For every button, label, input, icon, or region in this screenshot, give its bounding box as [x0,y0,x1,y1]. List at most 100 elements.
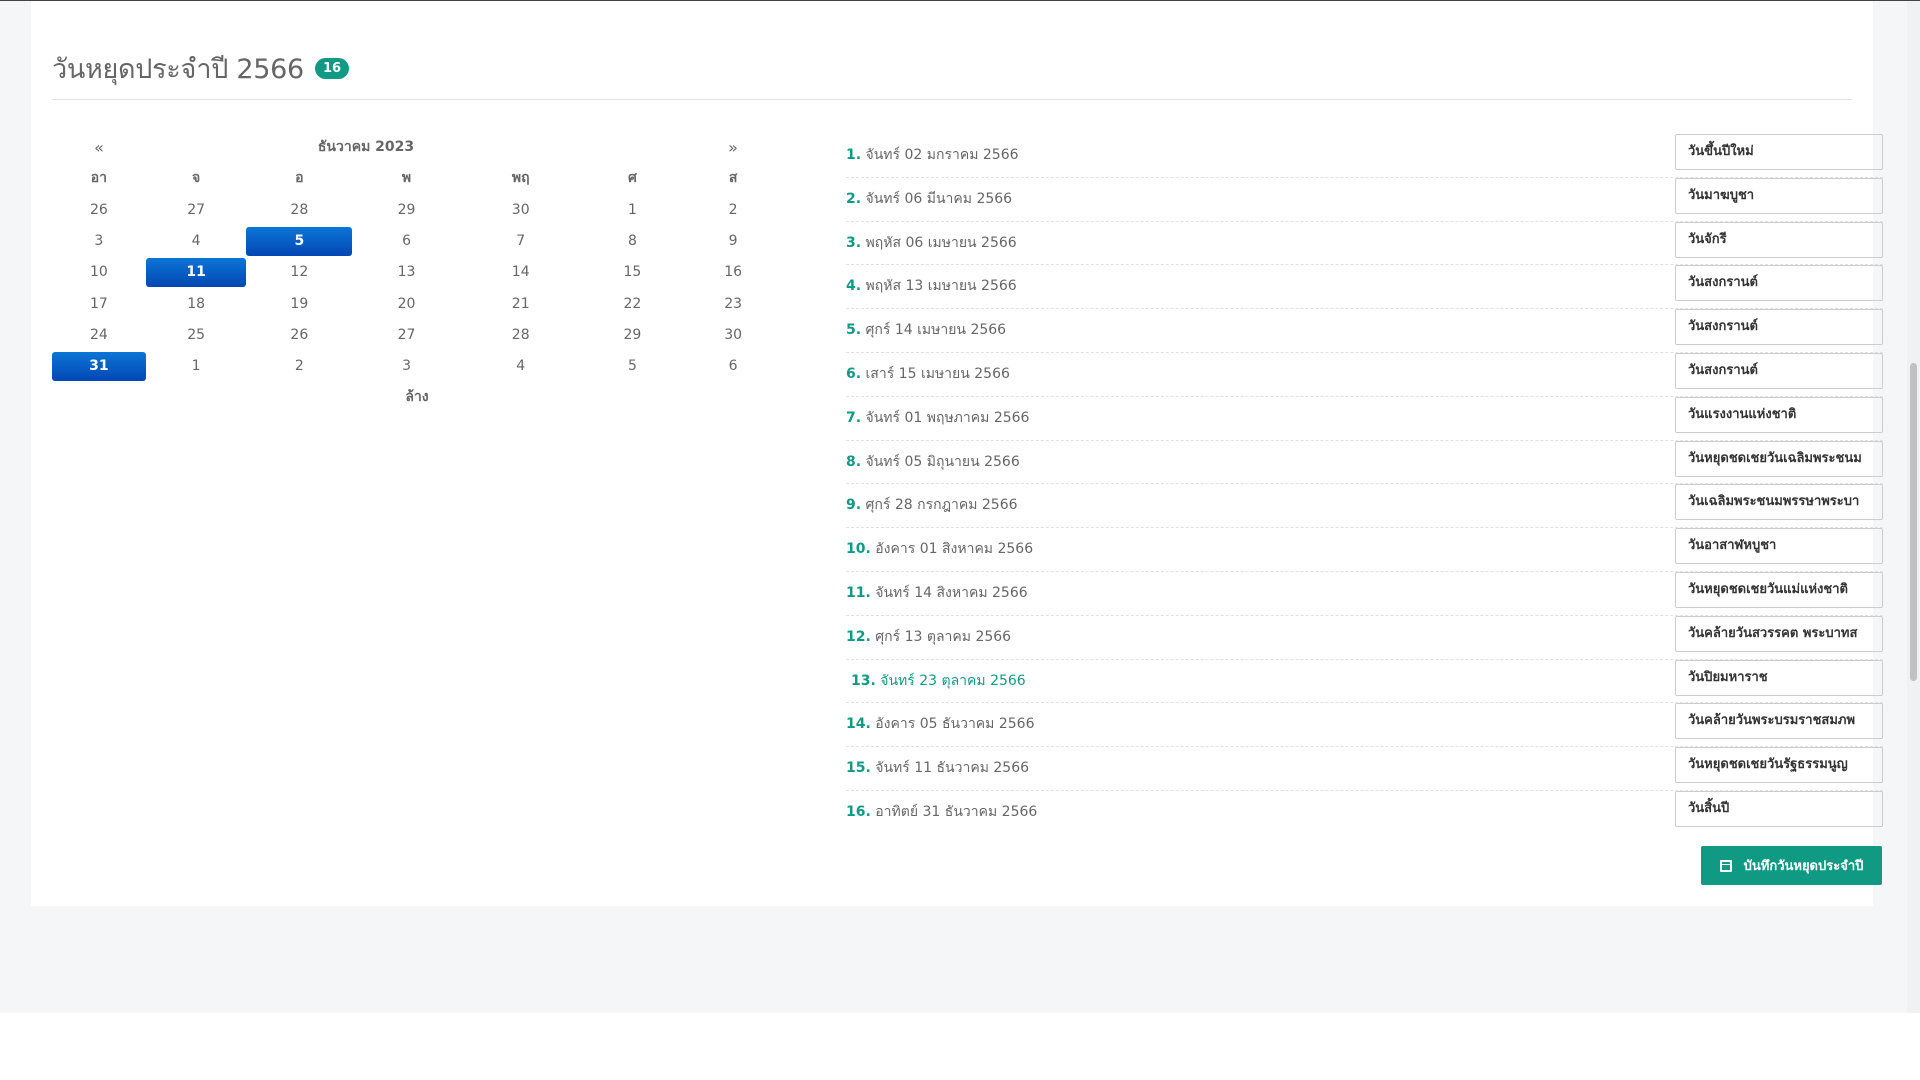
calendar-day[interactable]: 27 [146,196,247,225]
holiday-date-text: เสาร์ 15 เมษายน 2566 [865,365,1010,382]
calendar-day[interactable]: 3 [352,352,461,381]
calendar-day[interactable]: 17 [52,290,146,319]
calendar-day[interactable]: 18 [146,290,247,319]
holiday-name-input[interactable]: วันปิยมหาราช [1675,659,1883,696]
holiday-date: 6. เสาร์ 15 เมษายน 2566 [846,363,1010,385]
holiday-date-text: พฤหัส 06 เมษายน 2566 [865,234,1017,251]
holiday-name-input[interactable]: วันสงกรานต์ [1675,309,1883,346]
calendar-day[interactable]: 30 [461,196,581,225]
scrollbar-thumb[interactable] [1910,363,1917,681]
holiday-name-input[interactable]: วันสงกรานต์ [1675,265,1883,302]
holiday-number: 13. [851,672,876,689]
calendar-day[interactable]: 26 [246,321,352,350]
calendar-day[interactable]: 15 [581,258,685,287]
holiday-date: 3. พฤหัส 06 เมษายน 2566 [846,232,1017,254]
weekday-label: พ [401,170,412,187]
holiday-name-input[interactable]: วันขึ้นปีใหม่ [1675,134,1883,170]
calendar-day[interactable]: 25 [146,321,247,350]
holiday-number: 15. [846,760,871,777]
holiday-date-text: จันทร์ 05 มิถุนายน 2566 [865,453,1020,470]
holiday-name-input[interactable]: วันจักรี [1675,221,1883,258]
calendar-day[interactable]: 12 [246,258,352,287]
calendar-day[interactable]: 5 [581,352,685,381]
calendar-day[interactable]: 2 [246,352,352,381]
calendar-day[interactable]: 1 [581,196,685,225]
page-scrollbar[interactable] [1907,1,1920,1013]
prev-month-button[interactable]: « [52,133,146,162]
calendar-day[interactable]: 21 [461,290,581,319]
holiday-date: 2. จันทร์ 06 มีนาคม 2566 [846,188,1012,210]
holiday-row: 8. จันทร์ 05 มิถุนายน 2566 วันหยุดชดเชยว… [846,440,1883,485]
weekday-label: อา [90,170,108,187]
holiday-date-text: จันทร์ 02 มกราคม 2566 [865,147,1019,163]
calendar-day[interactable]: 28 [246,196,352,225]
holiday-date: 9. ศุกร์ 28 กรกฎาคม 2566 [846,494,1018,516]
calendar-week: 10 11 12 13 14 15 16 [52,257,782,288]
calendar-day[interactable]: 4 [461,352,581,381]
next-month-nav: » [586,133,782,162]
calendar-week: 17 18 19 20 21 22 23 [52,288,782,319]
holiday-name-input[interactable]: วันเฉลิมพระชนมพรรษาพระบา [1675,484,1883,521]
holiday-row: 5. ศุกร์ 14 เมษายน 2566 วันสงกรานต์ [846,309,1883,353]
weekday-label: จ [192,170,201,187]
holiday-date: 7. จันทร์ 01 พฤษภาคม 2566 [846,407,1029,429]
calendar-day[interactable]: 4 [146,227,247,256]
calendar-day[interactable]: 27 [352,321,461,350]
holiday-date: 15. จันทร์ 11 ธันวาคม 2566 [846,757,1029,779]
calendar-day[interactable]: 1 [146,352,247,381]
save-holidays-button[interactable]: บันทึกวันหยุดประจำปี [1701,846,1882,885]
page-title: วันหยุดประจำปี 2566 [52,54,304,85]
holiday-number: 2. [846,190,862,207]
holiday-name-input[interactable]: วันมาฆบูชา [1675,177,1883,214]
calendar-day[interactable]: 26 [52,196,146,225]
holiday-name-input[interactable]: วันแรงงานแห่งชาติ [1675,396,1883,433]
holiday-card: วันหยุดประจำปี 2566 16 « ธันวาคม 2023 » … [31,1,1883,906]
holiday-row: 15. จันทร์ 11 ธันวาคม 2566 วันหยุดชดเชยว… [846,747,1883,791]
holiday-name-input[interactable]: วันสิ้นปี [1675,790,1883,827]
holiday-row: 12. ศุกร์ 13 ตุลาคม 2566 วันคล้ายวันสวรร… [846,615,1883,660]
holiday-date-text: อาทิตย์ 31 ธันวาคม 2566 [875,803,1038,820]
calendar-day[interactable]: 24 [52,321,146,350]
calendar-day[interactable]: 29 [352,196,461,225]
calendar-day[interactable]: 30 [684,321,782,350]
calendar-day[interactable]: 14 [461,258,581,287]
calendar-clear-button[interactable]: ล้าง [52,382,782,413]
calendar-month-title[interactable]: ธันวาคม 2023 [146,133,586,162]
holiday-number: 14. [846,716,871,733]
holiday-number: 10. [846,541,871,558]
holiday-name-input[interactable]: วันอาสาฬหบูชา [1675,528,1883,565]
holiday-date-text: อังคาร 05 ธันวาคม 2566 [875,716,1035,733]
calendar-week: 24 25 26 27 28 29 30 [52,320,782,351]
calendar-day[interactable]: 29 [581,321,685,350]
calendar-day[interactable]: 7 [461,227,581,256]
holiday-row: 11. จันทร์ 14 สิงหาคม 2566 วันหยุดชดเชยว… [846,571,1883,616]
calendar-day[interactable]: 19 [246,290,352,319]
calendar-day[interactable]: 22 [581,290,685,319]
holiday-number: 3. [846,234,862,251]
holiday-name-input[interactable]: วันหยุดชดเชยวันรัฐธรรมนูญ [1675,747,1883,784]
holiday-name-input[interactable]: วันหยุดชดเชยวันเฉลิมพระชนม [1675,440,1883,477]
calendar-day[interactable]: 3 [52,227,146,256]
next-month-button[interactable]: » [684,133,782,162]
calendar-day[interactable]: 13 [352,258,461,287]
calendar-day-selected[interactable]: 5 [246,227,353,257]
calendar-day[interactable]: 10 [52,258,146,287]
calendar-day[interactable]: 23 [684,290,782,319]
holiday-name-input[interactable]: วันคล้ายวันพระบรมราชสมภพ [1675,703,1883,740]
calendar-day[interactable]: 8 [581,227,685,256]
calendar-day[interactable]: 6 [684,352,782,381]
holiday-name-input[interactable]: วันคล้ายวันสวรรคต พระบาทส [1675,615,1883,652]
holiday-date: 14. อังคาร 05 ธันวาคม 2566 [846,713,1034,735]
calendar-day-selected[interactable]: 31 [52,352,146,382]
calendar-day[interactable]: 16 [684,258,782,287]
holiday-name-input[interactable]: วันหยุดชดเชยวันแม่แห่งชาติ [1675,571,1883,608]
calendar-day[interactable]: 9 [684,227,782,256]
calendar-day[interactable]: 20 [352,290,461,319]
calendar-day[interactable]: 28 [461,321,581,350]
holiday-row: 10. อังคาร 01 สิงหาคม 2566 วันอาสาฬหบูชา [846,528,1883,572]
holiday-row: 1. จันทร์ 02 มกราคม 2566 วันขึ้นปีใหม่ [846,134,1883,178]
calendar-day[interactable]: 6 [352,227,461,256]
holiday-name-input[interactable]: วันสงกรานต์ [1675,352,1883,389]
calendar-day-selected[interactable]: 11 [145,258,247,288]
calendar-day[interactable]: 2 [684,196,782,225]
